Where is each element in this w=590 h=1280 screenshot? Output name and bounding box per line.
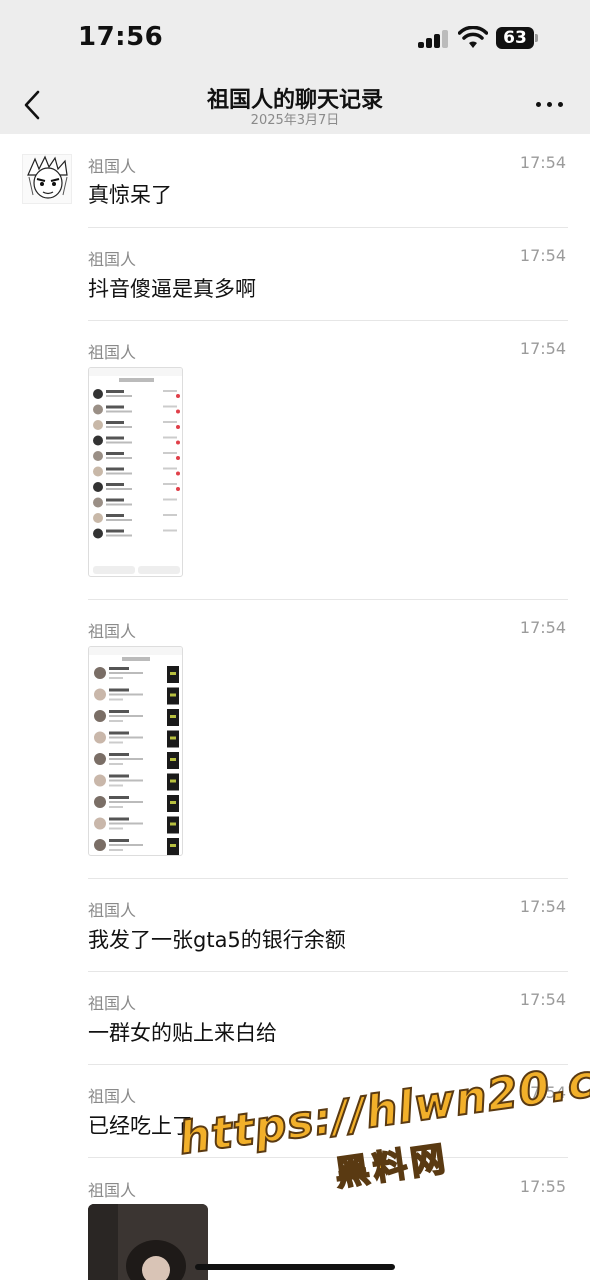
divider bbox=[88, 599, 568, 600]
message-text[interactable]: 我发了一张gta5的银行余额 bbox=[88, 924, 346, 954]
divider bbox=[88, 971, 568, 972]
sender-name: 祖国人 bbox=[88, 1087, 137, 1106]
home-indicator[interactable] bbox=[195, 1264, 395, 1270]
divider bbox=[88, 227, 568, 228]
message-text[interactable]: 抖音傻逼是真多啊 bbox=[88, 273, 256, 303]
sender-name: 祖国人 bbox=[88, 343, 137, 362]
message-time: 17:54 bbox=[519, 990, 566, 1009]
sender-name: 祖国人 bbox=[88, 1181, 137, 1200]
message-time: 17:54 bbox=[519, 897, 566, 916]
image-thumbnail[interactable] bbox=[88, 367, 183, 577]
more-dots-icon[interactable] bbox=[536, 94, 564, 114]
image-thumbnail[interactable] bbox=[88, 646, 183, 856]
message-time: 17:54 bbox=[519, 246, 566, 265]
message-time: 17:54 bbox=[519, 153, 566, 172]
sender-name: 祖国人 bbox=[88, 157, 137, 176]
battery-icon: 63 bbox=[496, 27, 538, 49]
message-time: 17:54 bbox=[519, 618, 566, 637]
divider bbox=[88, 320, 568, 321]
message-time: 17:55 bbox=[519, 1177, 566, 1196]
message-text[interactable]: 真惊呆了 bbox=[88, 179, 172, 209]
watermark: https://hlwn20.com 黑料网 bbox=[163, 1037, 590, 1224]
sender-name: 祖国人 bbox=[88, 901, 137, 920]
message-text[interactable]: 一群女的贴上来白给 bbox=[88, 1017, 277, 1047]
sender-name: 祖国人 bbox=[88, 622, 137, 641]
nav-bar: 祖国人的聊天记录 2025年3月7日 bbox=[0, 80, 590, 134]
sender-name: 祖国人 bbox=[88, 250, 137, 269]
message-time: 17:54 bbox=[519, 339, 566, 358]
avatar[interactable] bbox=[22, 154, 72, 204]
divider bbox=[88, 878, 568, 879]
sender-name: 祖国人 bbox=[88, 994, 137, 1013]
status-bar: 17:56 63 bbox=[0, 0, 590, 80]
page-subtitle: 2025年3月7日 bbox=[250, 113, 340, 128]
status-time: 17:56 bbox=[78, 22, 164, 52]
battery-level: 63 bbox=[496, 27, 534, 49]
signal-icon bbox=[418, 30, 450, 48]
wifi-icon bbox=[458, 26, 488, 48]
